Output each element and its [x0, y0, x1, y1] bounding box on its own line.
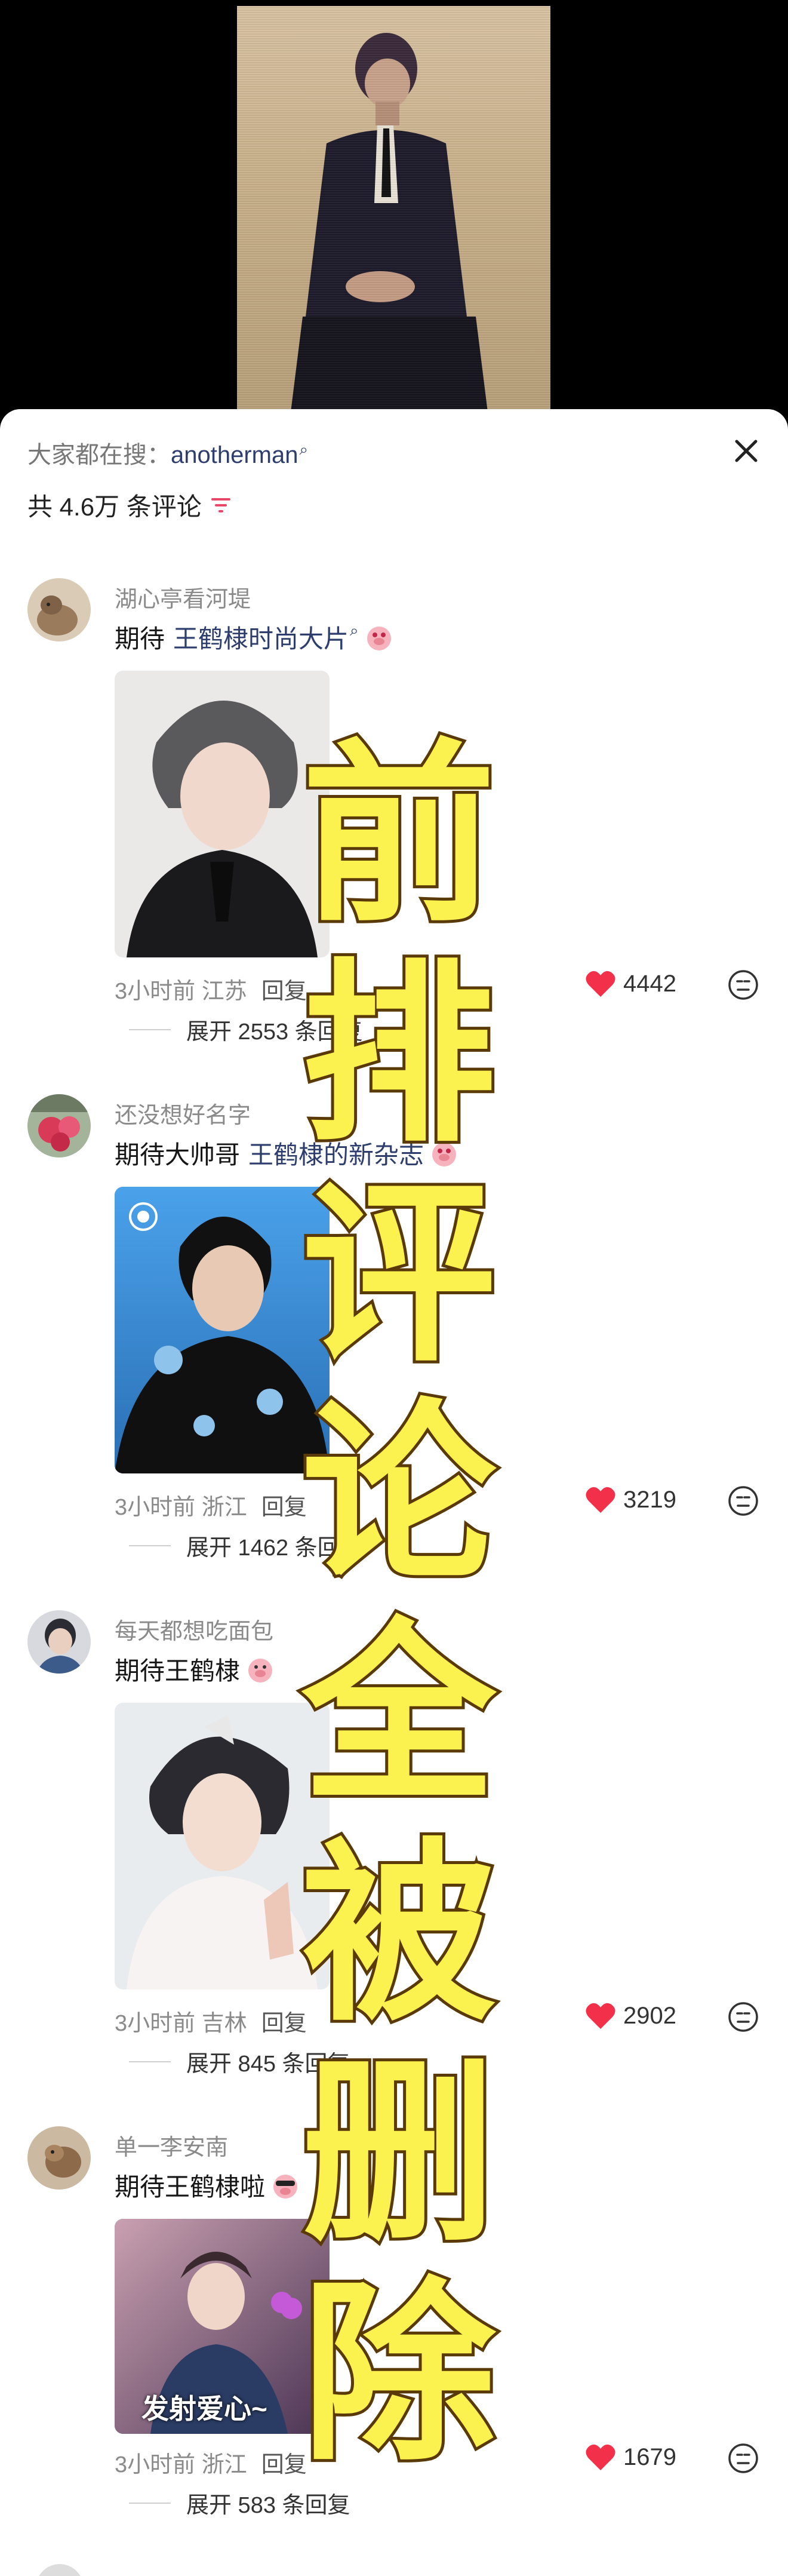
expand-replies-label: 展开 845 条回复 [186, 2052, 350, 2077]
reply-button[interactable]: 回复 [261, 2011, 307, 2036]
like-button[interactable]: 3219 [585, 1485, 676, 1514]
like-count: 4442 [623, 970, 676, 997]
avatar[interactable] [27, 2126, 91, 2190]
reply-button[interactable]: 回复 [261, 1495, 307, 1520]
comment-text-prefix: 期待大帅哥 [115, 1141, 241, 1169]
piggy-sticker-icon [273, 2174, 298, 2199]
piggy-sticker-icon [248, 1658, 273, 1682]
comment-search-link[interactable]: 王鹤棣的新杂志 [248, 1135, 424, 1171]
comment-item: 单一李安南 期待王鹤棣啦 发射爱心~ 3小时前 浙江 回复 展开 583 条回复 … [0, 2126, 788, 2576]
username[interactable]: 湖心亭看河堤 [115, 581, 251, 613]
comment-text-prefix: 期待 [115, 625, 165, 653]
like-button[interactable]: 2902 [585, 2001, 676, 2030]
heart-icon [586, 971, 615, 997]
heart-icon [586, 2003, 615, 2029]
comment-count: 共 4.6万 条评论 [27, 487, 233, 523]
time-location: 3小时前 江苏 [115, 979, 247, 1004]
expand-replies-button[interactable]: 展开 1462 条回复 [129, 1529, 363, 1562]
time-location: 3小时前 浙江 [115, 1495, 247, 1520]
search-suggestion[interactable]: 大家都在搜：anotherman⌕ [27, 435, 308, 470]
video-frame[interactable] [237, 6, 550, 412]
piggy-sticker-icon [432, 1142, 457, 1166]
emoji-reaction-icon[interactable] [727, 1485, 759, 1517]
username[interactable]: 还没想好名字 [115, 1097, 251, 1129]
search-keyword[interactable]: anotherman [171, 442, 298, 468]
emoji-reaction-icon[interactable] [727, 2442, 759, 2474]
search-icon: ⌕ [350, 621, 359, 639]
divider [129, 2502, 171, 2504]
like-button[interactable]: 4442 [585, 969, 676, 998]
comment-image[interactable] [115, 1187, 330, 1473]
piggy-sticker-icon [367, 626, 391, 650]
expand-replies-label: 展开 583 条回复 [186, 2493, 350, 2518]
divider [129, 2061, 171, 2062]
filter-icon[interactable] [209, 496, 233, 515]
username[interactable]: 每天都想吃面包 [115, 1613, 273, 1645]
reply-button[interactable]: 回复 [261, 979, 307, 1004]
comment-text: 期待大帅哥 王鹤棣的新杂志 [115, 1135, 460, 1171]
search-icon: ⌕ [299, 440, 309, 458]
close-icon[interactable] [729, 434, 763, 468]
heart-icon [586, 1487, 615, 1513]
comment-item: 湖心亭看河堤 期待 王鹤棣时尚大片 ⌕ 3小时前 江苏 回复 展开 2553 条回… [0, 578, 788, 1092]
heart-icon [586, 2444, 615, 2470]
like-count: 3219 [623, 1486, 676, 1513]
video-player[interactable] [0, 0, 788, 412]
comment-text-prefix: 期待王鹤棣啦 [115, 2173, 266, 2201]
like-button[interactable]: 1679 [585, 2443, 676, 2471]
comment-meta: 3小时前 浙江 回复 [115, 1488, 307, 1521]
comment-image[interactable] [115, 671, 330, 957]
comment-text-prefix: 期待王鹤棣 [115, 1657, 241, 1685]
divider [129, 1545, 171, 1546]
comment-meta: 3小时前 江苏 回复 [115, 972, 307, 1005]
comment-sheet: 大家都在搜：anotherman⌕ 共 4.6万 条评论 湖心亭看河堤 期待 王… [0, 409, 788, 2576]
comment-text: 期待王鹤棣啦 [115, 2167, 301, 2203]
emoji-reaction-icon[interactable] [727, 2001, 759, 2033]
image-caption: 发射爱心~ [141, 2393, 267, 2424]
comment-item: 还没想好名字 期待大帅哥 王鹤棣的新杂志 3小时前 浙江 回复 展开 1462 条… [0, 1094, 788, 1608]
emoji-reaction-icon[interactable] [727, 969, 759, 1001]
comment-search-link[interactable]: 王鹤棣时尚大片 [173, 619, 349, 655]
time-location: 3小时前 浙江 [115, 2452, 247, 2477]
expand-replies-button[interactable]: 展开 2553 条回复 [129, 1013, 363, 1046]
comment-image[interactable]: 发射爱心~ [115, 2219, 330, 2434]
like-count: 1679 [623, 2443, 676, 2470]
reply-button[interactable]: 回复 [261, 2452, 307, 2477]
expand-replies-button[interactable]: 展开 583 条回复 [129, 2486, 350, 2519]
comment-meta: 3小时前 吉林 回复 [115, 2004, 307, 2037]
avatar[interactable] [27, 1094, 91, 1157]
comment-text: 期待王鹤棣 [115, 1651, 276, 1687]
expand-replies-label: 展开 1462 条回复 [186, 1536, 363, 1561]
search-prefix: 大家都在搜： [27, 442, 171, 468]
divider [129, 1028, 171, 1030]
like-count: 2902 [623, 2002, 676, 2029]
username[interactable]: 单一李安南 [115, 2129, 228, 2161]
expand-replies-button[interactable]: 展开 845 条回复 [129, 2045, 350, 2078]
expand-replies-label: 展开 2553 条回复 [186, 1020, 363, 1045]
comment-count-text: 共 4.6万 条评论 [27, 493, 202, 521]
time-location: 3小时前 吉林 [115, 2011, 247, 2036]
avatar[interactable] [27, 1610, 91, 1674]
comment-text: 期待 王鹤棣时尚大片 ⌕ [115, 619, 395, 655]
comment-item: 每天都想吃面包 期待王鹤棣 3小时前 吉林 回复 展开 845 条回复 2902 [0, 1610, 788, 2124]
comment-image[interactable] [115, 1703, 330, 1989]
avatar[interactable] [27, 578, 91, 641]
comment-meta: 3小时前 浙江 回复 [115, 2446, 307, 2479]
